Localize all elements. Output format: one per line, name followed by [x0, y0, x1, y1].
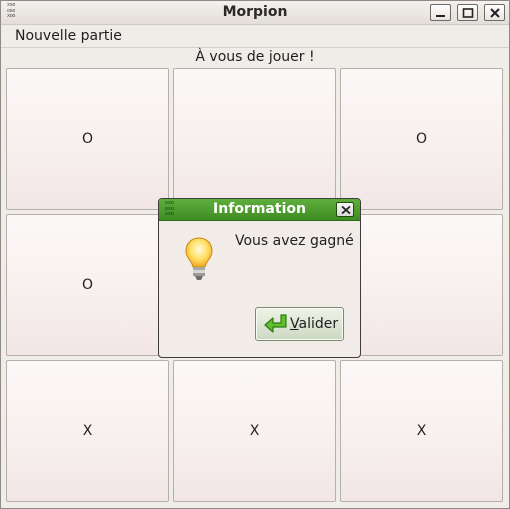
- board-cell[interactable]: O: [6, 68, 169, 210]
- dialog-close-button[interactable]: [336, 202, 354, 217]
- lightbulb-icon: [185, 237, 213, 280]
- dialog-message: Vous avez gagné: [235, 233, 354, 249]
- dialog-title-bar[interactable]: xxo oxo xoo Information: [159, 199, 360, 221]
- valider-mnemonic: V: [290, 316, 299, 332]
- valider-label: Valider: [290, 316, 338, 332]
- board-cell[interactable]: X: [173, 360, 336, 502]
- board-cell[interactable]: X: [6, 360, 169, 502]
- maximize-button[interactable]: [457, 4, 478, 21]
- minimize-icon: [436, 15, 445, 17]
- menu-bar: Nouvelle partie: [1, 25, 509, 48]
- menu-nouvelle-partie[interactable]: Nouvelle partie: [15, 28, 122, 44]
- maximize-icon: [462, 8, 474, 18]
- valider-label-rest: alider: [298, 316, 339, 332]
- board-cell[interactable]: [340, 214, 503, 356]
- close-icon: [490, 8, 500, 18]
- status-label: À vous de jouer !: [195, 49, 315, 65]
- title-bar[interactable]: xxo oxo xoo Morpion: [1, 1, 509, 25]
- board-cell[interactable]: X: [340, 360, 503, 502]
- board-cell[interactable]: O: [340, 68, 503, 210]
- board-cell[interactable]: [173, 68, 336, 210]
- board-cell[interactable]: O: [6, 214, 169, 356]
- minimize-button[interactable]: [430, 4, 451, 21]
- dialog-title: Information: [213, 201, 306, 217]
- valider-button[interactable]: Valider: [255, 307, 344, 341]
- close-icon: [341, 206, 351, 214]
- information-dialog: xxo oxo xoo Information Vous avez gagné …: [158, 198, 361, 358]
- enter-arrow-icon: [264, 314, 287, 333]
- close-button[interactable]: [484, 4, 505, 21]
